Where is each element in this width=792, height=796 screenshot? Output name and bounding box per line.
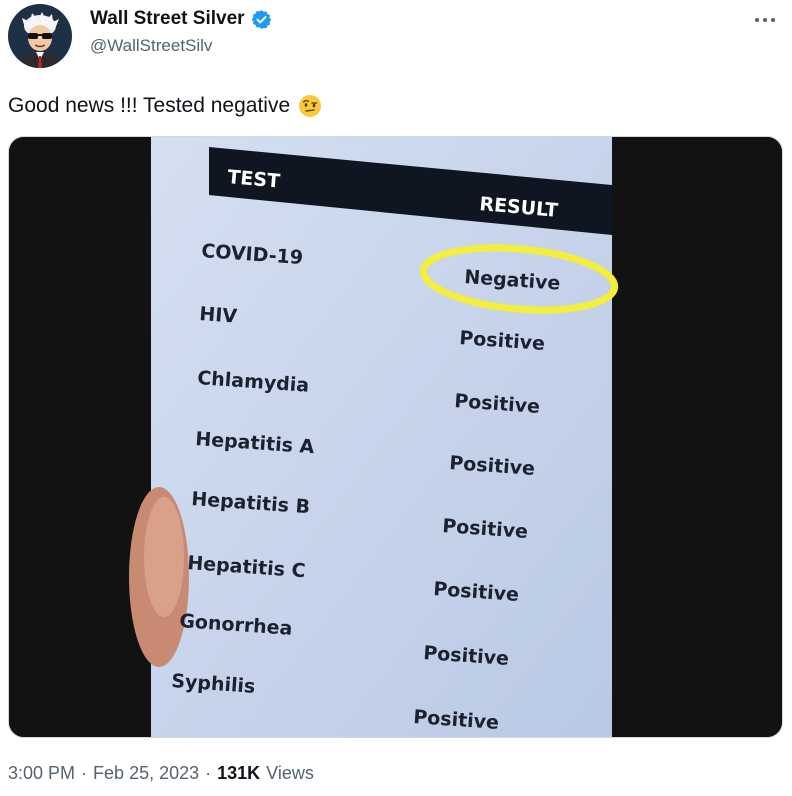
tweet-time[interactable]: 3:00 PM [8,763,75,784]
tweet-text-content: Good news !!! Tested negative [8,94,291,117]
tweet-meta: 3:00 PM · Feb 25, 2023 · 131K Views [8,763,314,784]
user-handle[interactable]: @WallStreetSilv [90,36,272,56]
display-name[interactable]: Wall Street Silver [90,8,245,30]
avatar-image [8,4,72,68]
meta-separator: · [205,763,212,783]
more-dots-icon [755,18,775,22]
more-options-button[interactable] [752,10,778,30]
meta-separator: · [81,763,88,783]
user-block: Wall Street Silver @WallStreetSilv [90,6,272,56]
test-results-photo: TEST RESULT COVID-19 HIV Chlamydia Hepat… [9,137,782,737]
name-row: Wall Street Silver [90,6,272,32]
avatar[interactable] [8,4,72,68]
views-label: Views [266,763,314,783]
tweet: Wall Street Silver @WallStreetSilv Good … [0,0,792,796]
views-count[interactable]: 131K [217,763,260,784]
verified-badge-icon [251,9,272,30]
face-with-raised-eyebrow-icon [298,94,322,118]
header-test-label: TEST [227,166,281,193]
tweet-date[interactable]: Feb 25, 2023 [93,763,199,784]
test-name-hiv: HIV [199,303,238,328]
tweet-text: Good news !!! Tested negative [8,93,322,119]
tweet-media-image[interactable]: TEST RESULT COVID-19 HIV Chlamydia Hepat… [8,136,783,738]
